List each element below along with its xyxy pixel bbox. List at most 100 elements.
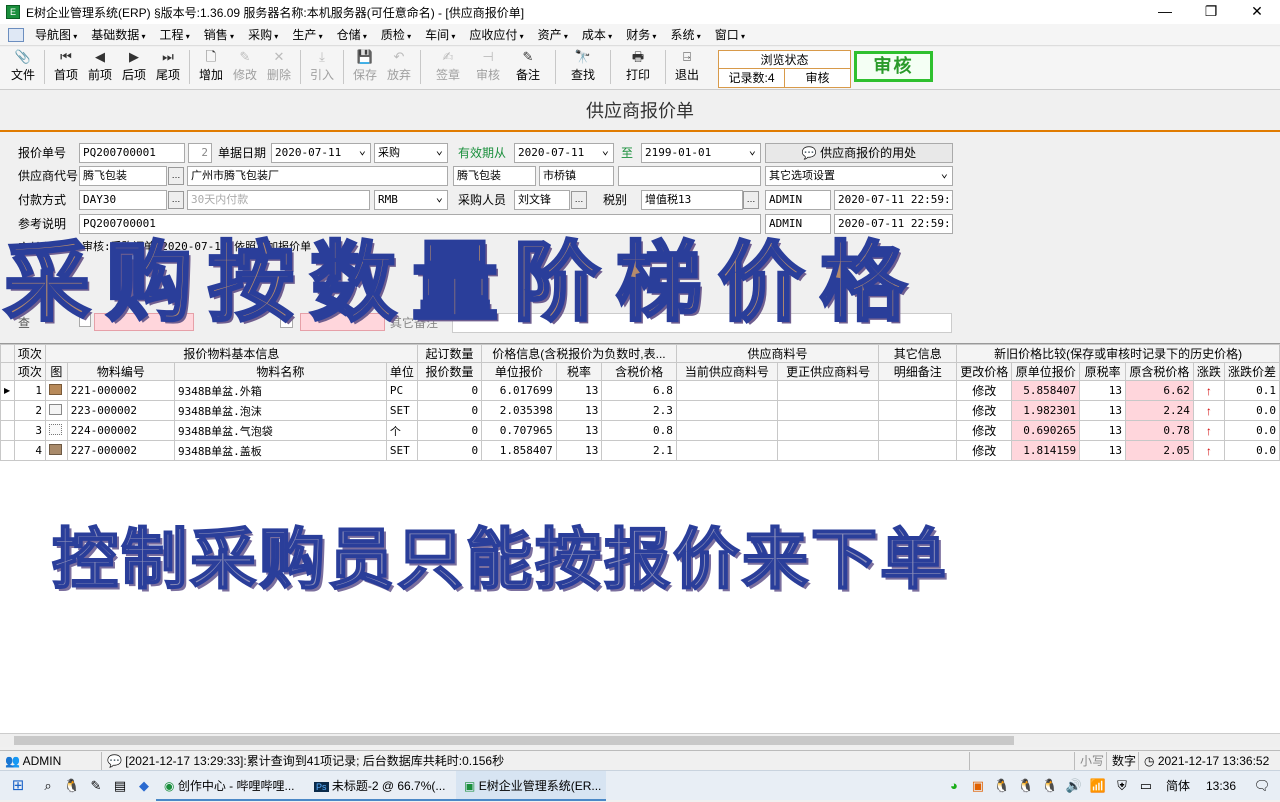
cell-unit[interactable]: SET — [385, 400, 418, 421]
audit-toolbar-button[interactable]: ⊣ 审核 — [471, 47, 505, 87]
cell-unit[interactable]: PC — [385, 380, 418, 401]
remark-button[interactable]: ✎ 备注 — [505, 47, 551, 87]
delete-button[interactable]: ✕ 删除 — [262, 47, 296, 87]
cell-current-part[interactable] — [675, 400, 779, 421]
quote-no-field[interactable]: PQ200700001 — [79, 143, 185, 163]
buyer-field[interactable]: 刘文锋 — [514, 190, 570, 210]
cell-change[interactable]: 修改 — [956, 380, 1013, 401]
supplier-lookup-button[interactable]: … — [168, 167, 184, 185]
col-unit-price[interactable]: 单位报价 — [481, 362, 557, 381]
menu-system[interactable]: 系统 — [663, 26, 707, 43]
cell-qty[interactable]: 0 — [416, 380, 483, 401]
menu-basic-data[interactable]: 基础数据 — [84, 26, 152, 43]
cell-remark[interactable] — [878, 440, 958, 461]
tax-lookup-button[interactable]: … — [743, 191, 759, 209]
supplier-town-field[interactable]: 市桥镇 — [539, 166, 614, 186]
other-options-select[interactable]: 其它选项设置 — [765, 166, 953, 186]
valid-from-picker[interactable]: 2020-07-11 — [514, 143, 614, 163]
supplier-extra-field[interactable] — [618, 166, 761, 186]
col-change-price[interactable]: 更改价格 — [956, 362, 1013, 381]
payment-lookup-button[interactable]: … — [168, 191, 184, 209]
scrollbar-thumb[interactable] — [14, 736, 1014, 745]
cell-code[interactable]: 221-000002 — [66, 380, 175, 401]
col-quote-qty[interactable]: 报价数量 — [416, 362, 483, 381]
cell-qty[interactable]: 0 — [416, 440, 483, 461]
cell-corrected-part[interactable] — [777, 440, 880, 461]
tray-app-icon[interactable]: ▣ — [966, 771, 990, 801]
restore-button[interactable]: ❐ — [1188, 0, 1234, 24]
save-button[interactable]: 💾 保存 — [348, 47, 382, 87]
menu-app-icon[interactable] — [8, 27, 24, 42]
cell-price[interactable]: 6.017699 — [481, 380, 557, 401]
tray-wechat-icon[interactable]: ◕ — [942, 771, 966, 801]
tray-volume-icon[interactable]: 🔊 — [1062, 771, 1086, 801]
menu-purchasing[interactable]: 采购 — [241, 26, 285, 43]
menu-cost[interactable]: 成本 — [575, 26, 619, 43]
discard-button[interactable]: ↶ 放弃 — [382, 47, 416, 87]
cell-name[interactable]: 9348B单盆.泡沫 — [173, 400, 387, 421]
tray-shield-icon[interactable]: ⛨ — [1110, 771, 1134, 801]
table-row[interactable]: ▶ 1 221-000002 9348B单盆.外箱 PC 0 6.017699 … — [0, 380, 1280, 401]
menu-workshop[interactable]: 车间 — [418, 26, 462, 43]
first-record-button[interactable]: ⏮ 首项 — [49, 47, 83, 87]
col-price-diff[interactable]: 涨跌价差 — [1223, 362, 1280, 381]
prev-record-button[interactable]: ◀ 前项 — [83, 47, 117, 87]
cell-current-part[interactable] — [675, 420, 779, 441]
pinned-app-icon[interactable]: ▤ — [108, 771, 132, 801]
input-language[interactable]: 简体 — [1158, 771, 1198, 801]
col-tax-price[interactable]: 含税价格 — [601, 362, 677, 381]
supplier-short-name-field[interactable]: 腾飞包装 — [453, 166, 536, 186]
last-record-button[interactable]: ⏭ 尾项 — [151, 47, 185, 87]
cell-unit[interactable]: 个 — [385, 420, 418, 441]
cell-corrected-part[interactable] — [777, 380, 880, 401]
cell-code[interactable]: 223-000002 — [66, 400, 175, 421]
cell-code[interactable]: 224-000002 — [66, 420, 175, 441]
tray-network-icon[interactable]: 📶 — [1086, 771, 1110, 801]
sign-button[interactable]: ✍ 签章 — [425, 47, 471, 87]
menu-engineering[interactable]: 工程 — [153, 26, 197, 43]
search-icon[interactable]: ⌕ — [36, 771, 60, 801]
col-old-unit-price[interactable]: 原单位报价 — [1011, 362, 1081, 381]
cell-price[interactable]: 1.858407 — [481, 440, 557, 461]
cell-qty[interactable]: 0 — [416, 400, 483, 421]
cell-name[interactable]: 9348B单盆.气泡袋 — [173, 420, 387, 441]
cell-name[interactable]: 9348B单盆.盖板 — [173, 440, 387, 461]
col-old-tax-rate[interactable]: 原税率 — [1079, 362, 1126, 381]
tax-field[interactable]: 增值税13 — [641, 190, 743, 210]
col-detail-remark[interactable]: 明细备注 — [878, 362, 958, 381]
col-material-code[interactable]: 物料编号 — [66, 362, 175, 381]
tray-battery-icon[interactable]: ▭ — [1134, 771, 1158, 801]
cell-remark[interactable] — [878, 380, 958, 401]
detail-checkbox-1[interactable] — [79, 313, 91, 327]
table-row[interactable]: 2 223-000002 9348B单盆.泡沫 SET 0 2.035398 1… — [0, 400, 1280, 421]
cell-taxprice[interactable]: 6.8 — [601, 380, 677, 401]
col-corrected-supplier-part[interactable]: 更正供应商料号 — [777, 362, 880, 381]
cell-tax[interactable]: 13 — [555, 400, 603, 421]
table-row[interactable]: 4 227-000002 9348B单盆.盖板 SET 0 1.858407 1… — [0, 440, 1280, 461]
cell-unit[interactable]: SET — [385, 440, 418, 461]
menu-warehouse[interactable]: 仓储 — [330, 26, 374, 43]
supplier-name-field[interactable]: 广州市腾飞包装厂 — [187, 166, 448, 186]
tray-qq-icon[interactable]: 🐧 — [1014, 771, 1038, 801]
detail-checkbox-2[interactable] — [280, 315, 293, 328]
menu-quality[interactable]: 质检 — [374, 26, 418, 43]
buyer-lookup-button[interactable]: … — [571, 191, 587, 209]
menu-finance[interactable]: 财务 — [619, 26, 663, 43]
cell-tax[interactable]: 13 — [555, 380, 603, 401]
cell-name[interactable]: 9348B单盆.外箱 — [173, 380, 387, 401]
cell-taxprice[interactable]: 2.1 — [601, 440, 677, 461]
supplier-code-field[interactable]: 腾飞包装 — [79, 166, 167, 186]
notification-icon[interactable]: 🗨 — [1244, 771, 1280, 801]
col-seq[interactable]: 项次 — [13, 362, 46, 381]
valid-to-picker[interactable]: 2199-01-01 — [641, 143, 761, 163]
col-material-name[interactable]: 物料名称 — [173, 362, 387, 381]
taskbar-clock[interactable]: 13:36 — [1198, 771, 1244, 801]
cell-code[interactable]: 227-000002 — [66, 440, 175, 461]
quote-seq-field[interactable]: 2 — [188, 143, 212, 163]
cell-change[interactable]: 修改 — [956, 420, 1013, 441]
cell-taxprice[interactable]: 0.8 — [601, 420, 677, 441]
cell-change[interactable]: 修改 — [956, 440, 1013, 461]
other-remark-field[interactable] — [452, 313, 952, 333]
cell-corrected-part[interactable] — [777, 400, 880, 421]
close-button[interactable]: ✕ — [1234, 0, 1280, 24]
